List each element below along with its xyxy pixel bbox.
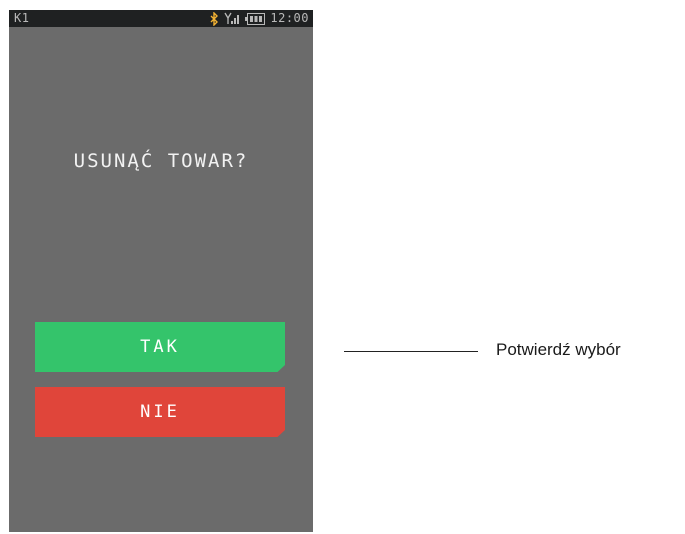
callout-line xyxy=(344,351,478,352)
status-bar: K1 12:00 xyxy=(9,10,313,27)
bluetooth-icon xyxy=(210,11,219,26)
yes-button-label: TAK xyxy=(140,337,180,357)
battery-icon xyxy=(245,12,266,25)
device-screen: K1 12:00 USUNĄĆ TOWAR? TAK NIE xyxy=(9,10,313,532)
dialog-question: USUNĄĆ TOWAR? xyxy=(73,150,249,172)
signal-icon xyxy=(224,12,240,25)
callout-label: Potwierdź wybór xyxy=(496,340,621,359)
clock: 12:00 xyxy=(270,11,309,25)
status-icons: 12:00 xyxy=(210,10,309,27)
yes-button[interactable]: TAK xyxy=(35,322,285,372)
no-button[interactable]: NIE xyxy=(35,387,285,437)
terminal-label: K1 xyxy=(14,11,30,25)
no-button-label: NIE xyxy=(140,402,180,422)
